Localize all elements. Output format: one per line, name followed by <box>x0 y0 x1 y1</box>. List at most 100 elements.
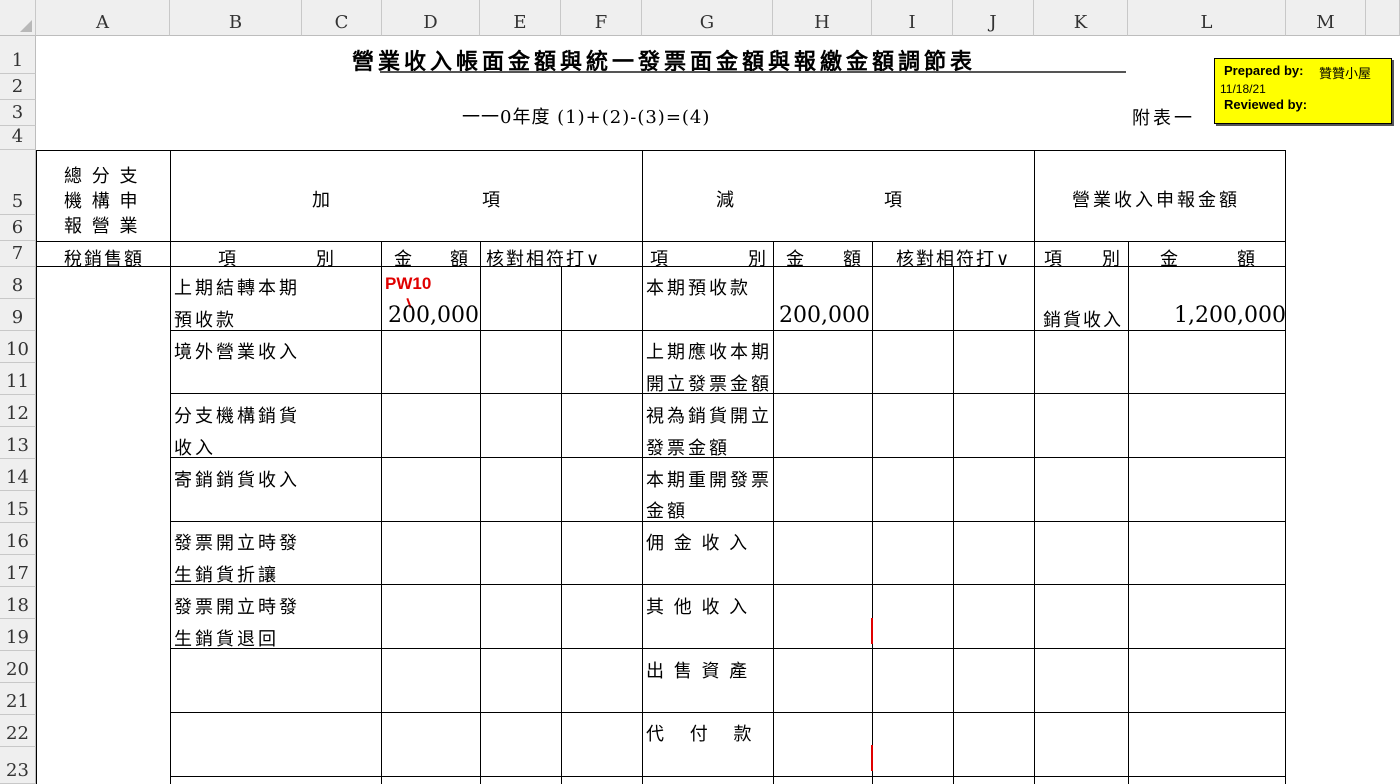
row-header-3[interactable]: 3 <box>0 100 36 126</box>
column-header-k[interactable]: K <box>1034 0 1128 36</box>
add-item-3-line-2[interactable]: 收入 <box>174 434 216 460</box>
branch-line-1: 總 分 支 <box>64 166 140 187</box>
sub-header-right[interactable]: 項 <box>884 186 905 212</box>
sub-item-4-line-2[interactable]: 金額 <box>646 497 688 523</box>
sub-item-8-line-1[interactable]: 代 付 款 <box>646 720 761 746</box>
add-item-col-b: 別 <box>316 249 337 270</box>
row-header-12[interactable]: 12 <box>0 395 36 427</box>
add-header-left[interactable]: 加 <box>312 186 333 212</box>
branch-sales-label[interactable]: 稅銷售額 <box>64 245 144 271</box>
add-item-5-line-2[interactable]: 生銷貨折讓 <box>174 561 279 587</box>
sheet-subtitle[interactable]: 一一0年度 (1)+(2)-(3)=(4) <box>462 103 710 129</box>
row-header-16[interactable]: 16 <box>0 523 36 555</box>
sub-item-2-line-1[interactable]: 上期應收本期 <box>646 338 772 364</box>
row-header-7[interactable]: 7 <box>0 241 36 267</box>
sub-item-2-line-2[interactable]: 開立發票金額 <box>646 370 772 396</box>
row-header-21[interactable]: 21 <box>0 683 36 715</box>
column-header-filler <box>1366 0 1400 36</box>
row-header-10[interactable]: 10 <box>0 331 36 363</box>
add-item-1-line-2[interactable]: 預收款 <box>174 306 237 332</box>
comment-note[interactable]: Prepared by: 贊贊小屋 11/18/21 Reviewed by: <box>1214 58 1392 124</box>
add-amount-col-a: 金 <box>394 249 415 270</box>
sub-amount-col-a: 金 <box>786 249 807 270</box>
row-header-18[interactable]: 18 <box>0 587 36 619</box>
column-header-i[interactable]: I <box>872 0 953 36</box>
table-row-border <box>170 776 1285 777</box>
sub-item-1-line-1[interactable]: 本期預收款 <box>646 274 751 300</box>
table-header-border <box>36 241 1285 242</box>
add-item-6-line-2[interactable]: 生銷貨退回 <box>174 625 279 651</box>
red-error-mark-2 <box>871 745 873 771</box>
column-header-l[interactable]: L <box>1128 0 1286 36</box>
branch-line-3: 報 營 業 <box>64 216 140 237</box>
row-header-8[interactable]: 8 <box>0 267 36 299</box>
sub-check-col[interactable]: 核對相符打∨ <box>896 245 1011 271</box>
add-item-5-line-1[interactable]: 發票開立時發 <box>174 529 300 555</box>
sub-header-left[interactable]: 減 <box>716 186 737 212</box>
column-header-f[interactable]: F <box>561 0 642 36</box>
row-header-5[interactable]: 5 <box>0 150 36 215</box>
add-item-4-line-1[interactable]: 寄銷銷貨收入 <box>174 466 300 492</box>
row-header-11[interactable]: 11 <box>0 363 36 395</box>
table-top-border <box>36 150 1285 151</box>
sub-item-7-line-1[interactable]: 出 售 資 產 <box>646 657 749 683</box>
add-item-2-line-1[interactable]: 境外營業收入 <box>174 338 300 364</box>
column-header-c[interactable]: C <box>302 0 382 36</box>
row-header-20[interactable]: 20 <box>0 651 36 683</box>
col-d-border <box>381 241 382 784</box>
row-header-13[interactable]: 13 <box>0 427 36 459</box>
revenue-amount-value[interactable]: 1,200,000 <box>1174 303 1286 328</box>
sub-item-6-line-1[interactable]: 其 他 收 入 <box>646 593 749 619</box>
table-row-border <box>170 648 1285 649</box>
revenue-item-value[interactable]: 銷貨收入 <box>1043 306 1123 332</box>
col-b-border <box>170 150 171 784</box>
add-item-3-line-1[interactable]: 分支機構銷貨 <box>174 402 300 428</box>
add-check-col[interactable]: 核對相符打∨ <box>486 245 601 271</box>
col-e-border <box>480 241 481 784</box>
column-header-m[interactable]: M <box>1286 0 1366 36</box>
col-j-border <box>953 266 954 784</box>
column-header-d[interactable]: D <box>382 0 480 36</box>
table-row-border <box>170 712 1285 713</box>
select-all-corner[interactable] <box>0 0 36 36</box>
column-header-a[interactable]: A <box>36 0 170 36</box>
tickmark-pw10[interactable]: PW10 <box>385 274 431 294</box>
add-item-1-line-1[interactable]: 上期結轉本期 <box>174 274 300 300</box>
table-row-border <box>170 521 1285 522</box>
column-header-g[interactable]: G <box>642 0 773 36</box>
prepared-by-name: 贊贊小屋 <box>1319 67 1372 82</box>
row-header-15[interactable]: 15 <box>0 491 36 523</box>
row-header-19[interactable]: 19 <box>0 619 36 651</box>
column-header-b[interactable]: B <box>170 0 302 36</box>
row-header-4[interactable]: 4 <box>0 126 36 150</box>
revenue-header[interactable]: 營業收入申報金額 <box>1072 186 1240 212</box>
sub-item-3-line-2[interactable]: 發票金額 <box>646 434 730 460</box>
column-header-e[interactable]: E <box>480 0 561 36</box>
add-item-6-line-1[interactable]: 發票開立時發 <box>174 593 300 619</box>
row-header-1[interactable]: 1 <box>0 36 36 74</box>
column-header-j[interactable]: J <box>953 0 1034 36</box>
row-header-9[interactable]: 9 <box>0 299 36 331</box>
row-header-14[interactable]: 14 <box>0 459 36 491</box>
rev-item-col-b: 別 <box>1102 249 1123 270</box>
red-error-mark-1 <box>871 618 873 644</box>
col-l-border <box>1128 241 1129 784</box>
row-header-2[interactable]: 2 <box>0 74 36 100</box>
row-header-17[interactable]: 17 <box>0 555 36 587</box>
add-amount-value[interactable]: 200,000 <box>388 303 479 328</box>
rev-item-col-a: 項 <box>1044 249 1065 270</box>
table-right-border <box>1285 150 1286 784</box>
row-header-23[interactable]: 23 <box>0 747 36 784</box>
sub-amount-value[interactable]: 200,000 <box>779 303 870 328</box>
column-header-h[interactable]: H <box>773 0 872 36</box>
sub-item-3-line-1[interactable]: 視為銷貨開立 <box>646 402 772 428</box>
table-row-border <box>170 584 1285 585</box>
row-header-6[interactable]: 6 <box>0 215 36 241</box>
appendix-label[interactable]: 附表一 <box>1132 104 1195 130</box>
add-header-right[interactable]: 項 <box>482 186 503 212</box>
add-amount-col-b: 額 <box>450 249 471 270</box>
sub-item-4-line-1[interactable]: 本期重開發票 <box>646 466 772 492</box>
row-header-22[interactable]: 22 <box>0 715 36 747</box>
sub-item-5-line-1[interactable]: 佣 金 收 入 <box>646 529 749 555</box>
add-item-col-a: 項 <box>218 249 239 270</box>
